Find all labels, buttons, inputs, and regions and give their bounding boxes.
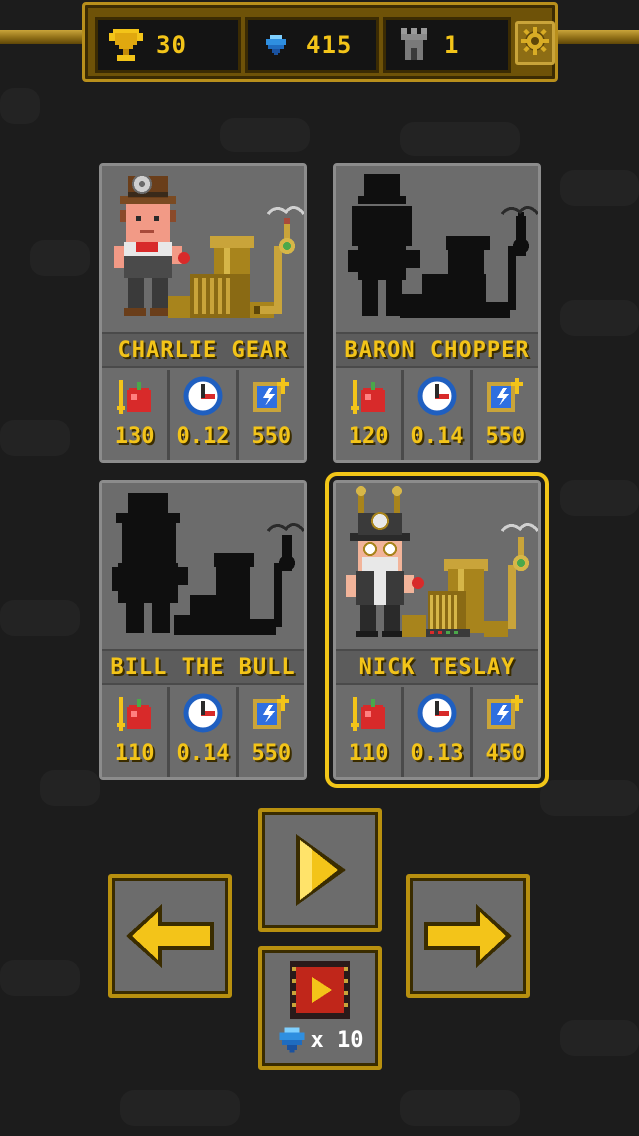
trophy-counter: 30: [95, 17, 241, 73]
speed-stat: 0.12: [170, 370, 236, 460]
energy-value: 550: [485, 424, 526, 449]
gear-icon: [520, 26, 550, 60]
background-brick: [400, 122, 520, 156]
character-card-charlie-gear[interactable]: CHARLIE GEAR 130 0.12 550: [99, 163, 307, 463]
character-name-bar: BILL THE BULL: [102, 649, 304, 685]
apple-icon: [116, 380, 151, 414]
background-brick: [120, 1090, 240, 1126]
character-stats: 110 0.14 550: [102, 687, 304, 777]
previous-character-button[interactable]: [108, 874, 232, 998]
apple-value: 110: [348, 741, 389, 766]
energy-stat: 550: [238, 687, 304, 777]
speed-clock-icon: [417, 376, 457, 416]
watch-video-reward-button[interactable]: x 10: [258, 946, 382, 1070]
background-brick: [30, 240, 90, 276]
energy-value: 450: [485, 741, 526, 766]
character-stats: 110 0.13 450: [336, 687, 538, 777]
character-card-nick-teslay[interactable]: NICK TESLAY 110 0.13 450: [325, 472, 549, 788]
energy-value: 550: [251, 741, 292, 766]
video-reward-icon: [290, 961, 350, 1019]
play-icon: [296, 834, 346, 906]
character-name-bar: CHARLIE GEAR: [102, 332, 304, 368]
energy-icon: [253, 378, 290, 412]
speed-clock-icon: [417, 693, 457, 733]
trophy-count: 30: [156, 31, 187, 59]
top-pipe-left: [0, 30, 84, 44]
apple-icon: [116, 697, 151, 731]
apple-stat: 110: [102, 687, 168, 777]
video-reward-amount: x 10: [277, 1025, 364, 1055]
character-stats: 120 0.14 550: [336, 370, 538, 460]
apple-stat: 130: [102, 370, 168, 460]
background-brick: [0, 88, 40, 124]
character-card-baron-chopper[interactable]: BARON CHOPPER 120 0.14 550: [333, 163, 541, 463]
top-pipe-right: [556, 30, 639, 44]
apple-icon: [350, 380, 385, 414]
energy-stat: 550: [472, 370, 538, 460]
speed-clock-icon: [183, 376, 223, 416]
apple-value: 130: [114, 424, 155, 449]
character-card-bill-the-bull[interactable]: BILL THE BULL 110 0.14 550: [99, 480, 307, 780]
gem-icon: [279, 1027, 304, 1053]
gem-count: 415: [306, 31, 353, 59]
tower-counter: 1: [383, 17, 511, 73]
apple-stat: 120: [336, 370, 402, 460]
character-portrait-silhouette: [336, 166, 540, 332]
background-brick: [400, 1090, 520, 1126]
energy-icon: [253, 695, 290, 729]
settings-button[interactable]: [515, 21, 555, 65]
background-brick: [560, 480, 639, 516]
speed-value: 0.13: [410, 741, 464, 766]
background-brick: [560, 1020, 639, 1056]
background-brick: [0, 960, 80, 996]
character-portrait: [102, 166, 306, 332]
character-name-bar: BARON CHOPPER: [336, 332, 538, 368]
gem-icon: [256, 25, 296, 65]
apple-icon: [350, 697, 385, 731]
energy-stat: 450: [472, 687, 538, 777]
background-brick: [560, 170, 639, 206]
character-name-bar: NICK TESLAY: [336, 649, 538, 685]
resource-bar: 30 415 1: [82, 2, 558, 82]
apple-value: 110: [114, 741, 155, 766]
play-button[interactable]: [258, 808, 382, 932]
tower-count: 1: [444, 31, 460, 59]
character-portrait-silhouette: [102, 483, 306, 649]
background-brick: [220, 118, 310, 152]
speed-stat: 0.14: [404, 370, 470, 460]
speed-stat: 0.14: [170, 687, 236, 777]
character-name: CHARLIE GEAR: [117, 337, 289, 363]
trophy-icon: [106, 25, 146, 65]
speed-value: 0.12: [176, 424, 230, 449]
character-name: BILL THE BULL: [110, 654, 296, 680]
speed-stat: 0.13: [404, 687, 470, 777]
arrow-right-icon: [424, 904, 512, 968]
energy-icon: [487, 378, 524, 412]
speed-clock-icon: [183, 693, 223, 733]
energy-value: 550: [251, 424, 292, 449]
character-portrait: [336, 483, 540, 649]
video-reward-label: x 10: [310, 1027, 364, 1053]
energy-icon: [487, 695, 524, 729]
character-stats: 130 0.12 550: [102, 370, 304, 460]
speed-value: 0.14: [176, 741, 230, 766]
character-name: NICK TESLAY: [358, 654, 516, 680]
background-brick: [0, 600, 80, 636]
tower-icon: [394, 25, 434, 65]
apple-stat: 110: [336, 687, 402, 777]
background-brick: [40, 770, 100, 806]
background-brick: [0, 420, 70, 456]
background-brick: [560, 300, 639, 336]
apple-value: 120: [348, 424, 389, 449]
next-character-button[interactable]: [406, 874, 530, 998]
arrow-left-icon: [126, 904, 214, 968]
speed-value: 0.14: [410, 424, 464, 449]
background-brick: [540, 780, 639, 816]
gem-counter: 415: [245, 17, 379, 73]
energy-stat: 550: [238, 370, 304, 460]
character-name: BARON CHOPPER: [344, 337, 530, 363]
